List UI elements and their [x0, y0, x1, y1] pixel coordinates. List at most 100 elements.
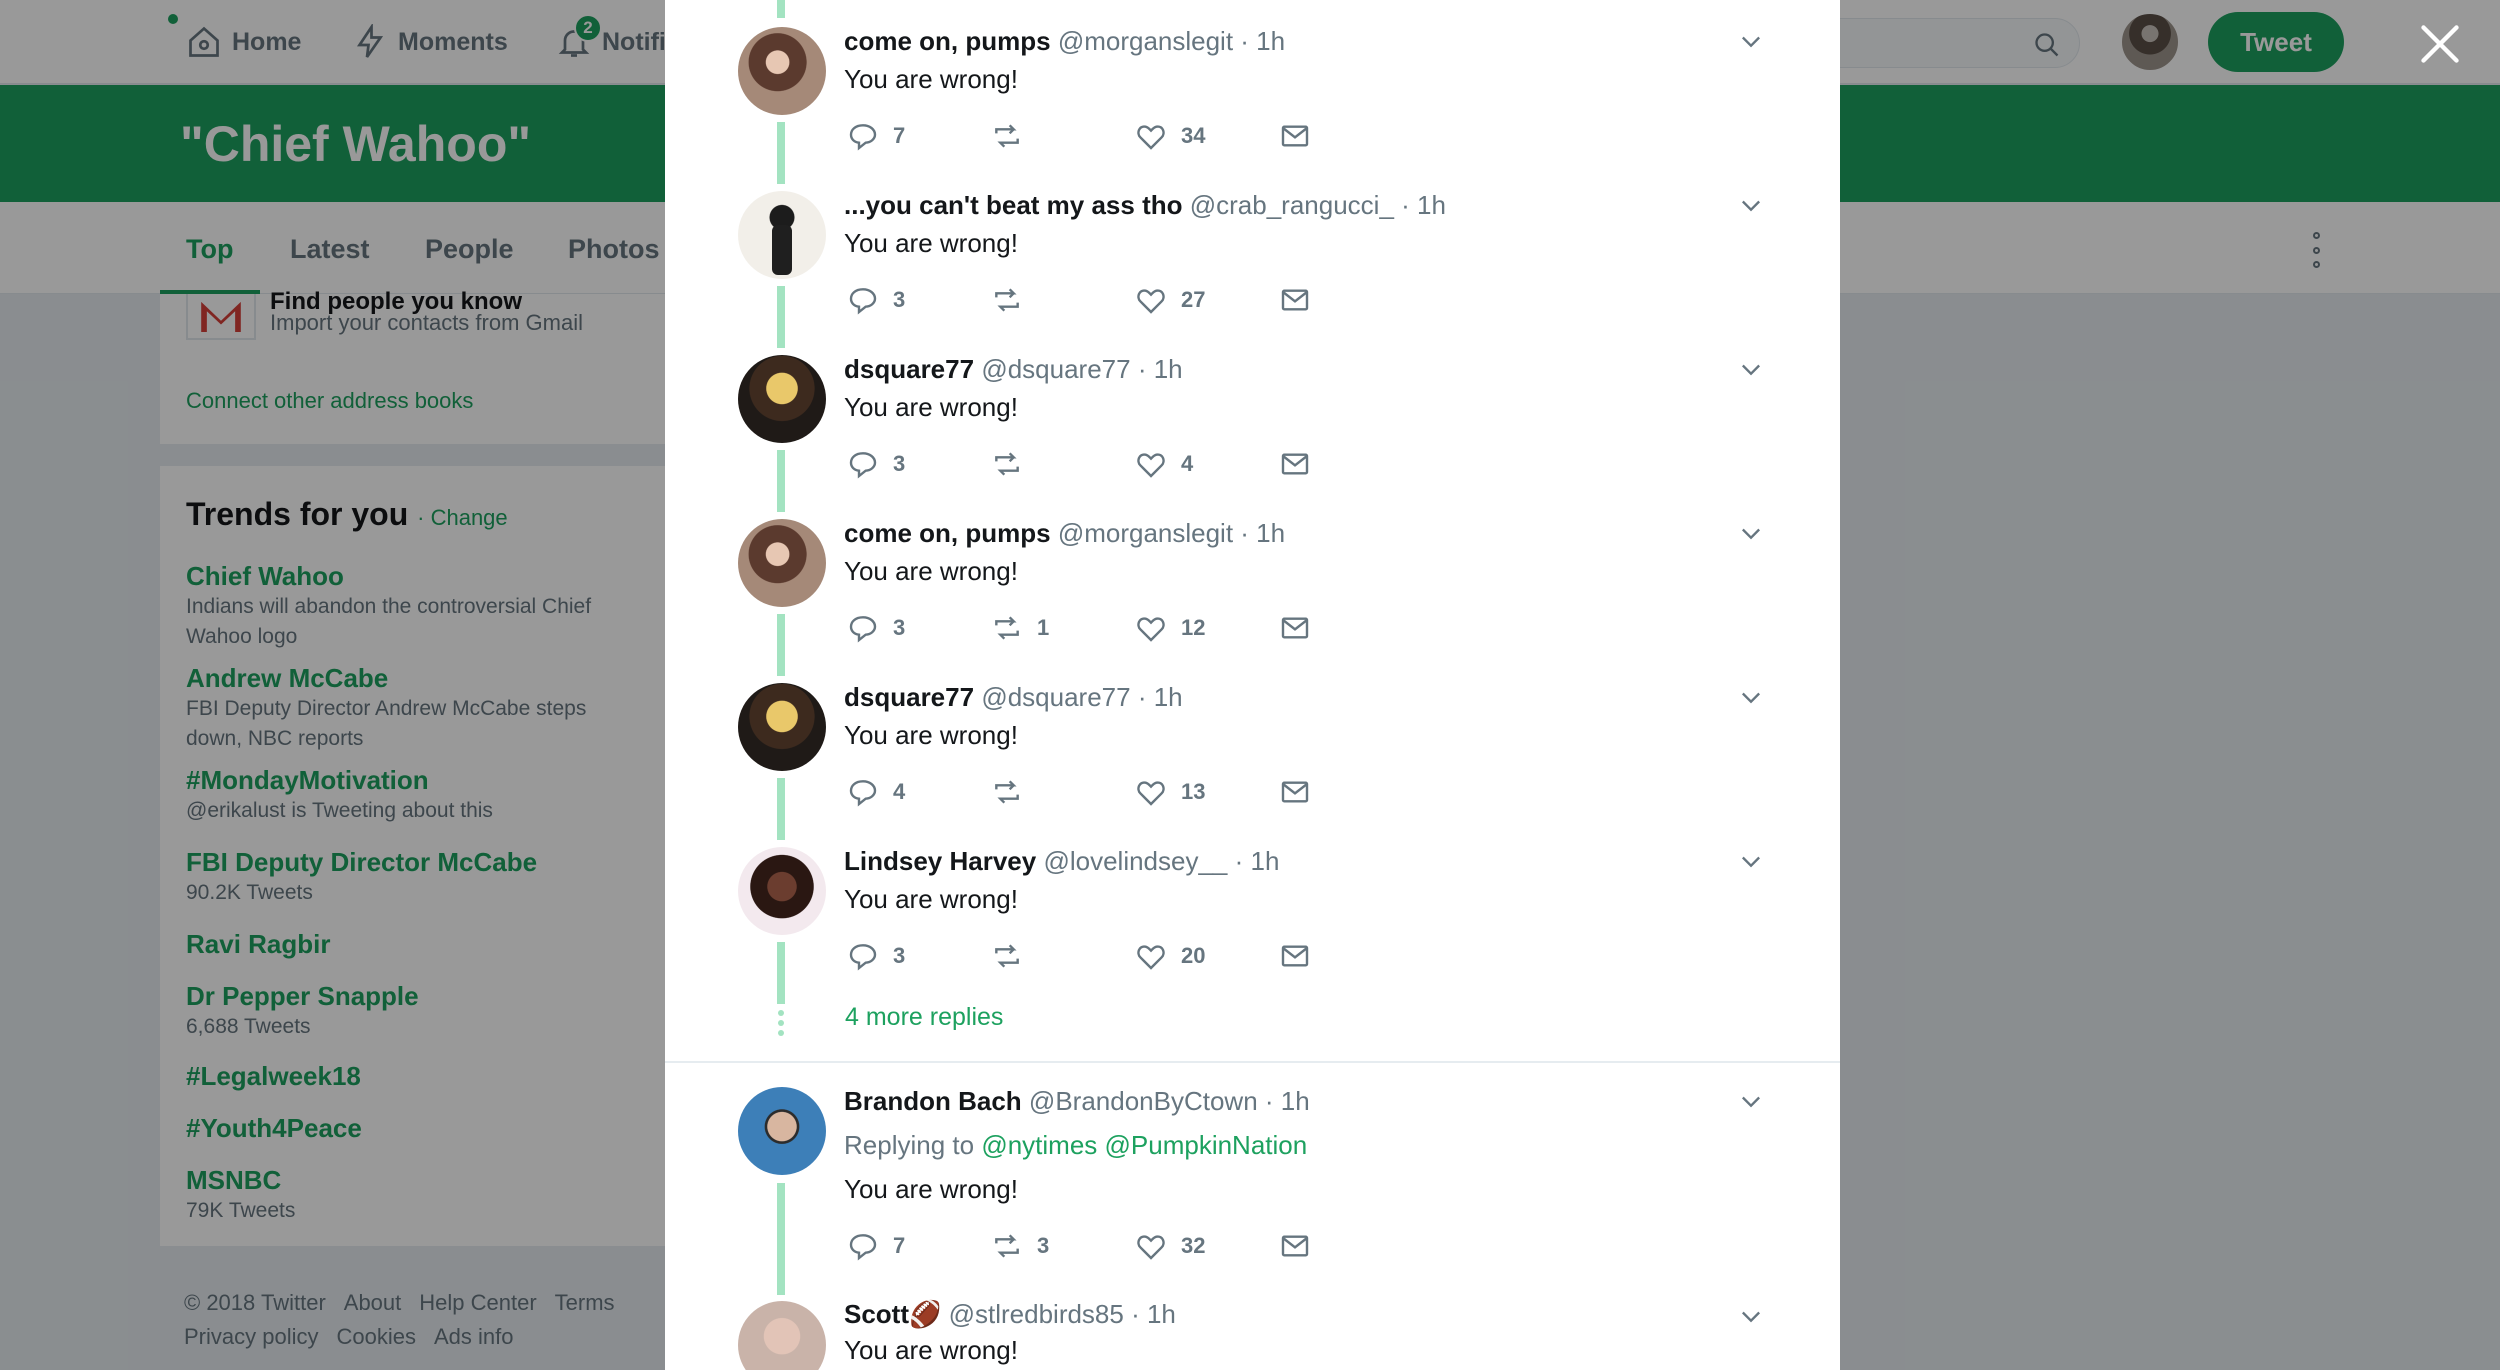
reply-count: 7	[893, 123, 906, 148]
avatar[interactable]	[738, 191, 826, 279]
direct-message-button[interactable]	[1279, 120, 1311, 152]
direct-message-button[interactable]	[1279, 776, 1311, 808]
thread-line	[777, 942, 785, 1004]
like-button[interactable]: 13	[1135, 776, 1205, 808]
reply-icon	[849, 452, 877, 479]
chevron-down-icon[interactable]	[1737, 847, 1765, 875]
reply-button[interactable]: 7	[847, 120, 905, 152]
avatar[interactable]	[738, 519, 826, 607]
tweet-author-name[interactable]: Scott🏈	[844, 1299, 941, 1329]
like-button[interactable]: 20	[1135, 940, 1205, 972]
tweet-author-name[interactable]: dsquare77	[844, 682, 974, 712]
tweet-time[interactable]: · 1h	[1131, 1299, 1176, 1329]
retweet-count: 3	[1037, 1233, 1050, 1258]
tweet-author-handle[interactable]: @BrandonByCtown	[1029, 1086, 1258, 1116]
reply-count: 3	[893, 943, 906, 968]
like-count: 20	[1181, 943, 1206, 968]
retweet-button[interactable]: 3	[991, 1230, 1049, 1262]
close-icon[interactable]	[2418, 22, 2462, 66]
tweet-time[interactable]: · 1h	[1401, 190, 1446, 220]
retweet-count: 1	[1037, 615, 1050, 640]
thread-line	[777, 0, 785, 18]
like-count: 4	[1181, 451, 1194, 476]
retweet-icon	[995, 452, 1019, 476]
avatar[interactable]	[738, 847, 826, 935]
retweet-icon	[995, 944, 1019, 968]
like-button[interactable]: 32	[1135, 1230, 1205, 1262]
avatar[interactable]	[738, 683, 826, 771]
tweet-time[interactable]: · 1h	[1138, 682, 1183, 712]
retweet-button[interactable]	[991, 940, 1037, 972]
chevron-down-icon[interactable]	[1737, 1302, 1765, 1330]
direct-message-button[interactable]	[1279, 1230, 1311, 1262]
heart-icon	[1137, 289, 1165, 314]
reply-button[interactable]: 7	[847, 1230, 905, 1262]
tweet-text: You are wrong!	[844, 556, 1018, 586]
tweet-author-name[interactable]: ...you can't beat my ass tho	[844, 190, 1183, 220]
reply-count: 7	[893, 1233, 906, 1258]
chevron-down-icon[interactable]	[1737, 191, 1765, 219]
tweet-author-name[interactable]: Lindsey Harvey	[844, 846, 1036, 876]
direct-message-button[interactable]	[1279, 612, 1311, 644]
tweet-author-name[interactable]: dsquare77	[844, 354, 974, 384]
chevron-down-icon[interactable]	[1737, 27, 1765, 55]
thread-line	[777, 614, 785, 676]
like-button[interactable]: 12	[1135, 612, 1205, 644]
tweet-time[interactable]: · 1h	[1240, 518, 1285, 548]
avatar[interactable]	[738, 1301, 826, 1370]
tweet-author-handle[interactable]: @lovelindsey__	[1043, 846, 1227, 876]
reply-button[interactable]: 3	[847, 612, 905, 644]
tweet-author-name[interactable]: come on, pumps	[844, 26, 1051, 56]
tweet-author-handle[interactable]: @crab_rangucci_	[1190, 190, 1394, 220]
chevron-down-icon[interactable]	[1737, 1087, 1765, 1115]
thread-line	[777, 1183, 785, 1295]
tweet-author-handle[interactable]: @morganslegit	[1058, 26, 1233, 56]
avatar[interactable]	[738, 27, 826, 115]
tweet-text: You are wrong!	[844, 228, 1018, 258]
like-count: 32	[1181, 1233, 1206, 1258]
tweet-author-name[interactable]: Brandon Bach	[844, 1086, 1022, 1116]
chevron-down-icon[interactable]	[1737, 355, 1765, 383]
tweet-time[interactable]: · 1h	[1240, 26, 1285, 56]
heart-icon	[1137, 781, 1165, 806]
avatar[interactable]	[738, 1087, 826, 1175]
reply-button[interactable]: 3	[847, 284, 905, 316]
retweet-button[interactable]	[991, 284, 1037, 316]
like-count: 13	[1181, 779, 1206, 804]
reply-button[interactable]: 3	[847, 940, 905, 972]
direct-message-button[interactable]	[1279, 284, 1311, 316]
tweet-actions: 4 13	[847, 776, 1447, 810]
envelope-icon	[1281, 289, 1309, 311]
reply-button[interactable]: 3	[847, 448, 905, 480]
like-button[interactable]: 34	[1135, 120, 1205, 152]
direct-message-button[interactable]	[1279, 940, 1311, 972]
tweet-author-handle[interactable]: @dsquare77	[981, 682, 1130, 712]
tweet-actions: 3 4	[847, 448, 1447, 482]
chevron-down-icon[interactable]	[1737, 683, 1765, 711]
like-button[interactable]: 4	[1135, 448, 1193, 480]
retweet-button[interactable]	[991, 120, 1037, 152]
chevron-down-icon[interactable]	[1737, 519, 1765, 547]
tweet-time[interactable]: · 1h	[1235, 846, 1280, 876]
tweet-time[interactable]: · 1h	[1265, 1086, 1310, 1116]
tweet-author-handle[interactable]: @stlredbirds85	[949, 1299, 1124, 1329]
retweet-button[interactable]	[991, 776, 1037, 808]
tweet-text: You are wrong!	[844, 884, 1018, 914]
thread-line	[777, 778, 785, 840]
retweet-icon	[995, 124, 1019, 148]
tweet-author-handle[interactable]: @dsquare77	[981, 354, 1130, 384]
tweet-author-name[interactable]: come on, pumps	[844, 518, 1051, 548]
heart-icon	[1137, 125, 1165, 150]
direct-message-button[interactable]	[1279, 448, 1311, 480]
retweet-button[interactable]	[991, 448, 1037, 480]
reply-mentions[interactable]: @nytimes @PumpkinNation	[981, 1130, 1307, 1160]
more-replies-dots	[777, 1010, 785, 1036]
tweet-time[interactable]: · 1h	[1138, 354, 1183, 384]
reply-button[interactable]: 4	[847, 776, 905, 808]
tweet-author-handle[interactable]: @morganslegit	[1058, 518, 1233, 548]
tweet-text: You are wrong!	[844, 1174, 1018, 1204]
more-replies-link[interactable]: 4 more replies	[845, 1003, 1003, 1032]
avatar[interactable]	[738, 355, 826, 443]
like-button[interactable]: 27	[1135, 284, 1205, 316]
retweet-button[interactable]: 1	[991, 612, 1049, 644]
